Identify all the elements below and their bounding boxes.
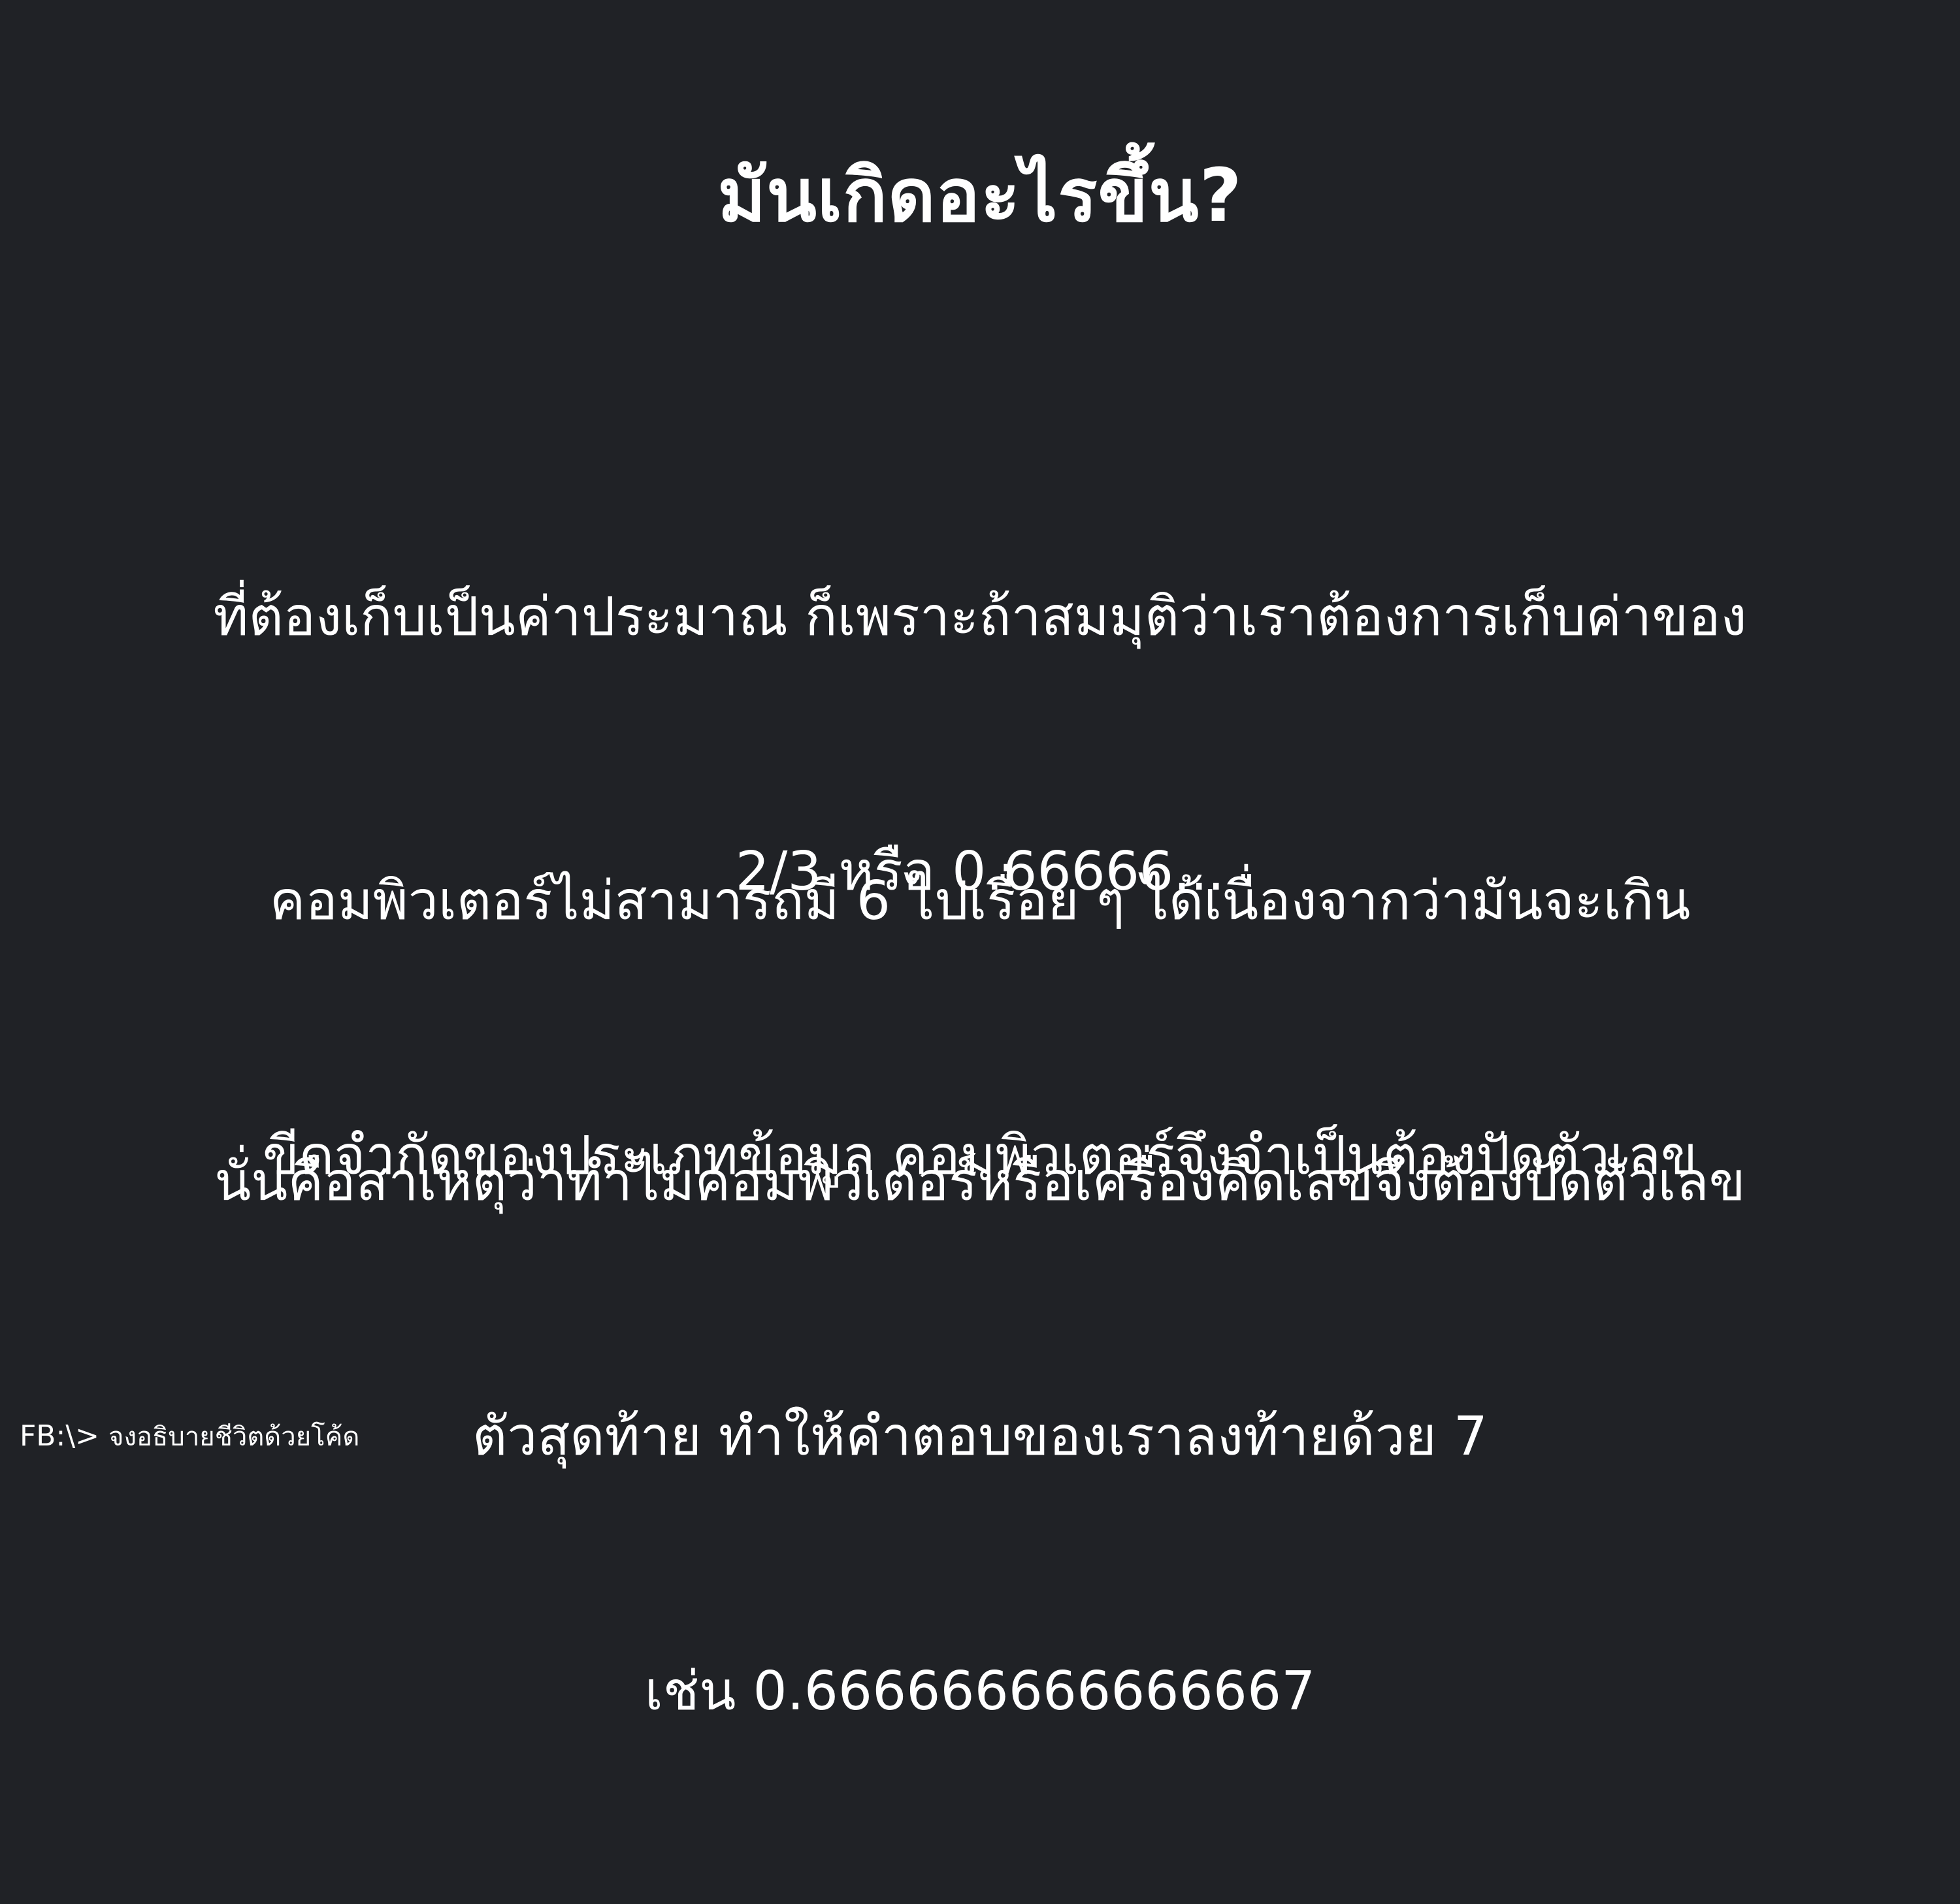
paragraph-line: นั่นคือสาเหตุว่าทำไมคอมพิวเตอร์หรือเครื่… bbox=[214, 1151, 1746, 1213]
paragraph-line: เช่น 0.666666666666667 bbox=[644, 1660, 1316, 1722]
slide-title: มันเกิดอะไรขึ้น? bbox=[717, 153, 1243, 238]
footer-handle: FB:\> bbox=[20, 1419, 100, 1453]
paragraph-line: คอมพิวเตอร์ไม่สามารถมี 6 ไปเรื่อย ๆ ได้เ… bbox=[269, 870, 1691, 932]
paragraph-line: ที่ต้องเก็บเป็นค่าประมาณ ก็เพราะถ้าสมมุต… bbox=[213, 586, 1747, 648]
footer-page-name: จงอธิบายชีวิตด้วยโค้ด bbox=[108, 1422, 360, 1452]
slide: มันเกิดอะไรขึ้น? ที่ต้องเก็บเป็นค่าประมา… bbox=[0, 0, 1960, 1722]
footer-credit: FB:\> จงอธิบายชีวิตด้วยโค้ด bbox=[20, 1417, 359, 1457]
